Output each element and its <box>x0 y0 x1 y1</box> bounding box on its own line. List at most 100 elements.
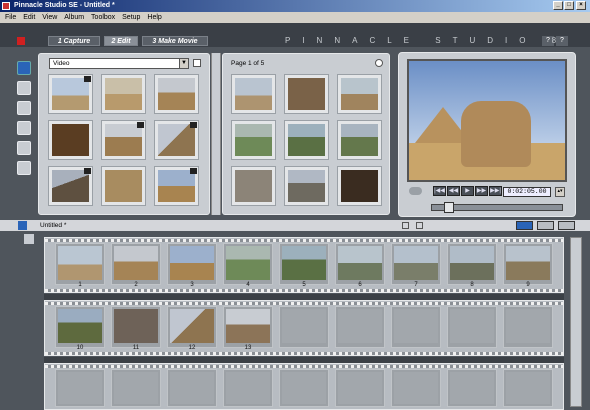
storyboard-empty-slot[interactable] <box>279 306 329 348</box>
album-clip[interactable] <box>48 166 93 206</box>
album-clip[interactable] <box>284 74 329 114</box>
album-sound-tab-icon[interactable] <box>17 141 31 155</box>
menu-file[interactable]: File <box>5 14 16 21</box>
clip-number: 13 <box>244 345 252 351</box>
source-dropdown[interactable]: Video ▼ <box>49 58 189 69</box>
album-clip[interactable] <box>337 120 382 160</box>
timecode-display[interactable]: 0:02:05.00 <box>503 187 551 197</box>
window-title: Pinnacle Studio SE - Untitled * <box>14 2 115 9</box>
album-clip[interactable] <box>101 166 146 206</box>
source-dropdown-value: Video <box>53 60 70 67</box>
timecode-spinner[interactable]: ▴▾ <box>555 187 565 197</box>
album-clip[interactable] <box>337 166 382 206</box>
album-titles-tab-icon[interactable] <box>17 101 31 115</box>
rewind-button[interactable]: ◀◀ <box>447 186 460 196</box>
storyboard-empty-slot[interactable] <box>503 369 553 407</box>
storyboard-view-button[interactable] <box>516 221 533 230</box>
storyboard-clip[interactable]: 11 <box>111 306 161 351</box>
album-page-right: Page 1 of 5 <box>222 53 390 215</box>
clip-number: 3 <box>190 282 194 288</box>
album-clip[interactable] <box>337 74 382 114</box>
album-transitions-tab-icon[interactable] <box>17 81 31 95</box>
album-clip[interactable] <box>231 120 276 160</box>
storyboard-scrollbar[interactable] <box>570 237 582 407</box>
clip-number: 7 <box>414 282 418 288</box>
menu-album[interactable]: Album <box>64 14 84 21</box>
scene-icon <box>190 122 197 128</box>
storyboard-empty-slot[interactable] <box>503 306 553 348</box>
scissors-icon[interactable] <box>402 222 409 229</box>
scrubber-handle[interactable] <box>444 202 454 213</box>
storyboard-clip[interactable]: 6 <box>335 243 385 288</box>
storyboard-empty-slot[interactable] <box>391 306 441 348</box>
storyboard-clip[interactable]: 3 <box>167 243 217 288</box>
album-menus-tab-icon[interactable] <box>17 161 31 175</box>
storyboard-clip[interactable]: 1 <box>55 243 105 288</box>
storyboard-clip[interactable]: 13 <box>223 306 273 351</box>
pinnacle-logo-icon <box>17 37 25 45</box>
menu-edit[interactable]: Edit <box>23 14 35 21</box>
project-title: Untitled * <box>40 222 67 229</box>
storyboard-empty-slot[interactable] <box>279 369 329 407</box>
play-button[interactable]: ▶ <box>461 186 474 196</box>
album-clip[interactable] <box>154 166 199 206</box>
menu-setup[interactable]: Setup <box>122 14 140 21</box>
menu-help[interactable]: Help <box>147 14 161 21</box>
storyboard-empty-slot[interactable] <box>335 369 385 407</box>
trash-icon[interactable] <box>416 222 423 229</box>
storyboard-clip[interactable]: 9 <box>503 243 553 288</box>
storyboard-clip[interactable]: 5 <box>279 243 329 288</box>
tab-capture[interactable]: 1 Capture <box>48 36 100 46</box>
page-indicator: Page 1 of 5 <box>231 60 265 67</box>
text-view-button[interactable] <box>558 221 575 230</box>
storyboard-empty-slot[interactable] <box>391 369 441 407</box>
album-clip[interactable] <box>154 120 199 160</box>
storyboard-empty-slot[interactable] <box>447 306 497 348</box>
storyboard-empty-slot[interactable] <box>223 369 273 407</box>
storyboard-clip[interactable]: 2 <box>111 243 161 288</box>
page-next-icon[interactable] <box>375 59 383 67</box>
scene-icon <box>190 168 197 174</box>
album-clip[interactable] <box>231 74 276 114</box>
timeline-view-button[interactable] <box>537 221 554 230</box>
menu-view[interactable]: View <box>42 14 57 21</box>
storyboard-empty-slot[interactable] <box>55 369 105 407</box>
folder-icon[interactable] <box>193 59 201 67</box>
clip-number: 1 <box>78 282 82 288</box>
album-clip[interactable] <box>154 74 199 114</box>
album-clip[interactable] <box>284 166 329 206</box>
storyboard-clip[interactable]: 7 <box>391 243 441 288</box>
storyboard-empty-slot[interactable] <box>447 369 497 407</box>
title-bar: Pinnacle Studio SE - Untitled * _ □ × <box>0 0 590 12</box>
storyboard-empty-slot[interactable] <box>167 369 217 407</box>
album-video-tab-icon[interactable] <box>17 61 31 75</box>
maximize-button[interactable]: □ <box>564 1 574 10</box>
scrubber-track[interactable] <box>431 202 563 213</box>
album-stills-tab-icon[interactable] <box>17 121 31 135</box>
tab-make-movie[interactable]: 3 Make Movie <box>142 36 208 46</box>
album-spine <box>211 53 221 215</box>
volume-icon[interactable] <box>409 187 422 195</box>
album-clip[interactable] <box>48 120 93 160</box>
storyboard-clip[interactable]: 8 <box>447 243 497 288</box>
album-clip[interactable] <box>48 74 93 114</box>
album-clip[interactable] <box>231 166 276 206</box>
album-clip[interactable] <box>101 120 146 160</box>
go-to-start-button[interactable]: |◀◀ <box>433 186 446 196</box>
go-to-end-button[interactable]: ▶▶| <box>489 186 502 196</box>
close-button[interactable]: × <box>576 1 586 10</box>
album-clip[interactable] <box>284 120 329 160</box>
speaker-icon[interactable] <box>24 234 34 244</box>
clip-number: 2 <box>134 282 138 288</box>
storyboard-clip[interactable]: 12 <box>167 306 217 351</box>
storyboard-empty-slot[interactable] <box>111 369 161 407</box>
minimize-button[interactable]: _ <box>553 1 563 10</box>
album-clip[interactable] <box>101 74 146 114</box>
tab-edit[interactable]: 2 Edit <box>104 36 138 46</box>
storyboard-clip[interactable]: 4 <box>223 243 273 288</box>
fast-forward-button[interactable]: ▶▶ <box>475 186 488 196</box>
menu-toolbox[interactable]: Toolbox <box>91 14 115 21</box>
storyboard-empty-slot[interactable] <box>335 306 385 348</box>
storyboard-clip[interactable]: 10 <box>55 306 105 351</box>
scene-icon <box>84 168 91 174</box>
